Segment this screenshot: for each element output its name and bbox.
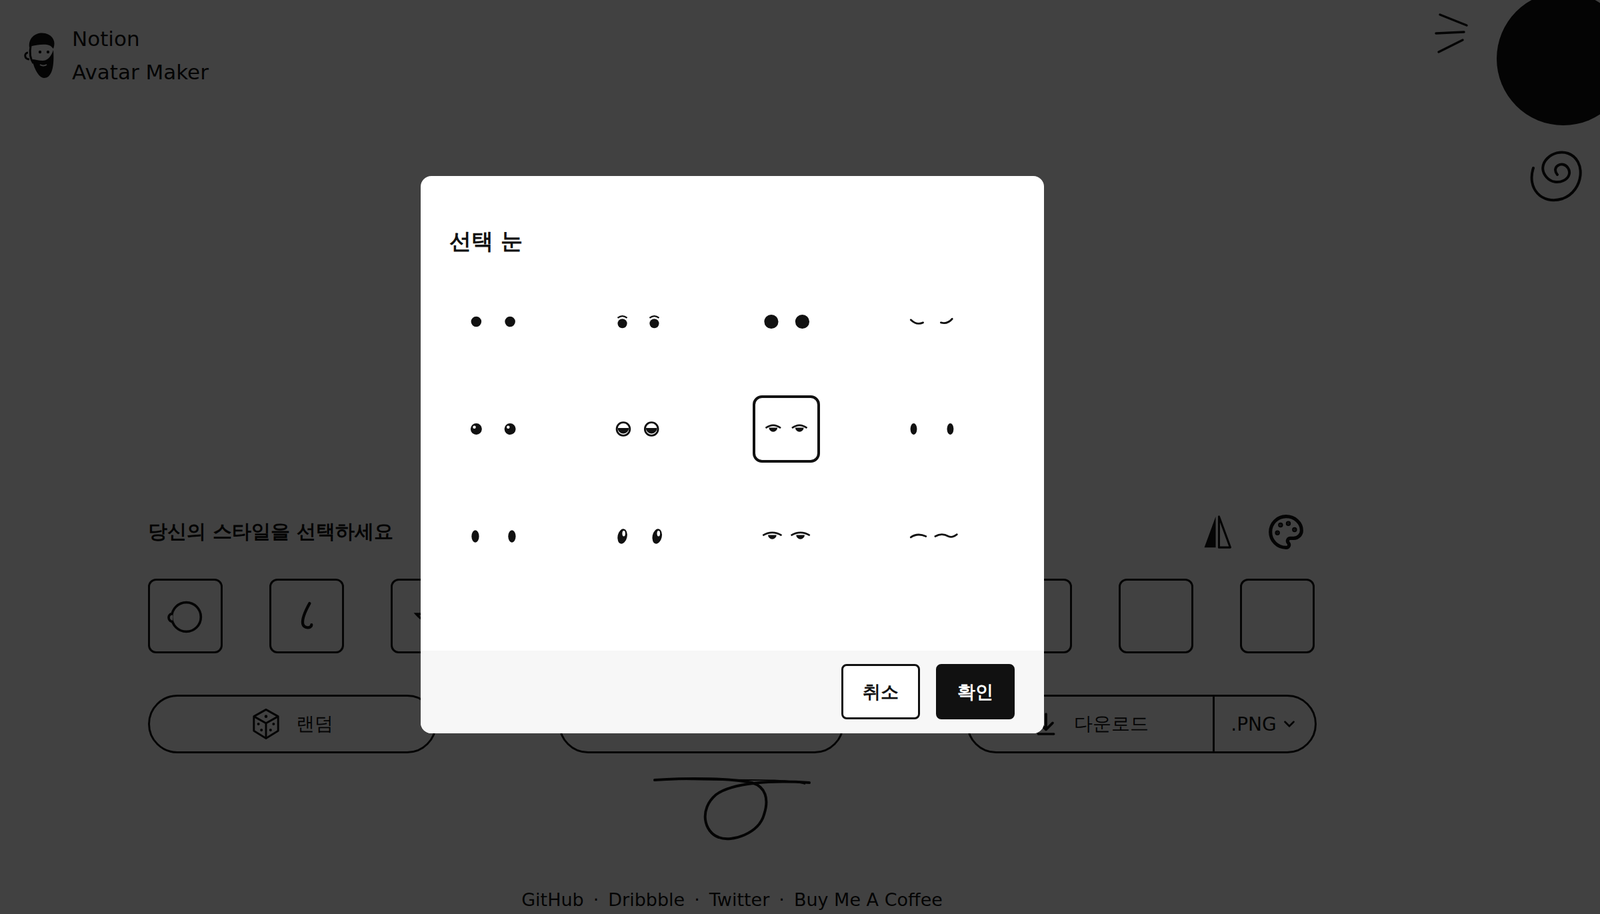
eyes-icon	[459, 505, 522, 568]
confirm-button[interactable]: 확인	[936, 664, 1015, 720]
eyes-option[interactable]	[456, 288, 524, 356]
eyes-icon	[459, 290, 522, 353]
eyes-icon	[903, 505, 966, 568]
eyes-icon	[607, 505, 670, 568]
eyes-option[interactable]	[900, 395, 968, 463]
eyes-icon	[607, 290, 670, 353]
eyes-option[interactable]	[752, 502, 820, 570]
eyes-option[interactable]	[604, 395, 672, 463]
eyes-icon	[903, 398, 966, 460]
eyes-icon	[755, 290, 818, 353]
eyes-icon	[903, 290, 966, 353]
eyes-option[interactable]	[900, 288, 968, 356]
eyes-option[interactable]	[604, 502, 672, 570]
modal-overlay[interactable]: 선택 눈취소 확인	[0, 0, 1600, 914]
eyes-option[interactable]	[604, 288, 672, 356]
eyes-icon	[755, 398, 818, 460]
eyes-dialog: 선택 눈취소 확인	[420, 176, 1044, 734]
eyes-option[interactable]	[752, 395, 820, 463]
eyes-icon	[607, 398, 670, 460]
eyes-option[interactable]	[456, 502, 524, 570]
dialog-footer: 취소 확인	[420, 650, 1044, 734]
eyes-options	[456, 288, 1044, 570]
eyes-icon	[459, 398, 522, 460]
eyes-option[interactable]	[456, 395, 524, 463]
cancel-button[interactable]: 취소	[841, 664, 920, 720]
eyes-icon	[755, 505, 818, 568]
app: NotionAvatar Maker당신의 스타일을 선택하세요랜덤다운로드.P…	[0, 0, 1600, 914]
dialog-title: 선택 눈	[420, 176, 1044, 255]
eyes-option[interactable]	[752, 288, 820, 356]
eyes-option[interactable]	[900, 502, 968, 570]
